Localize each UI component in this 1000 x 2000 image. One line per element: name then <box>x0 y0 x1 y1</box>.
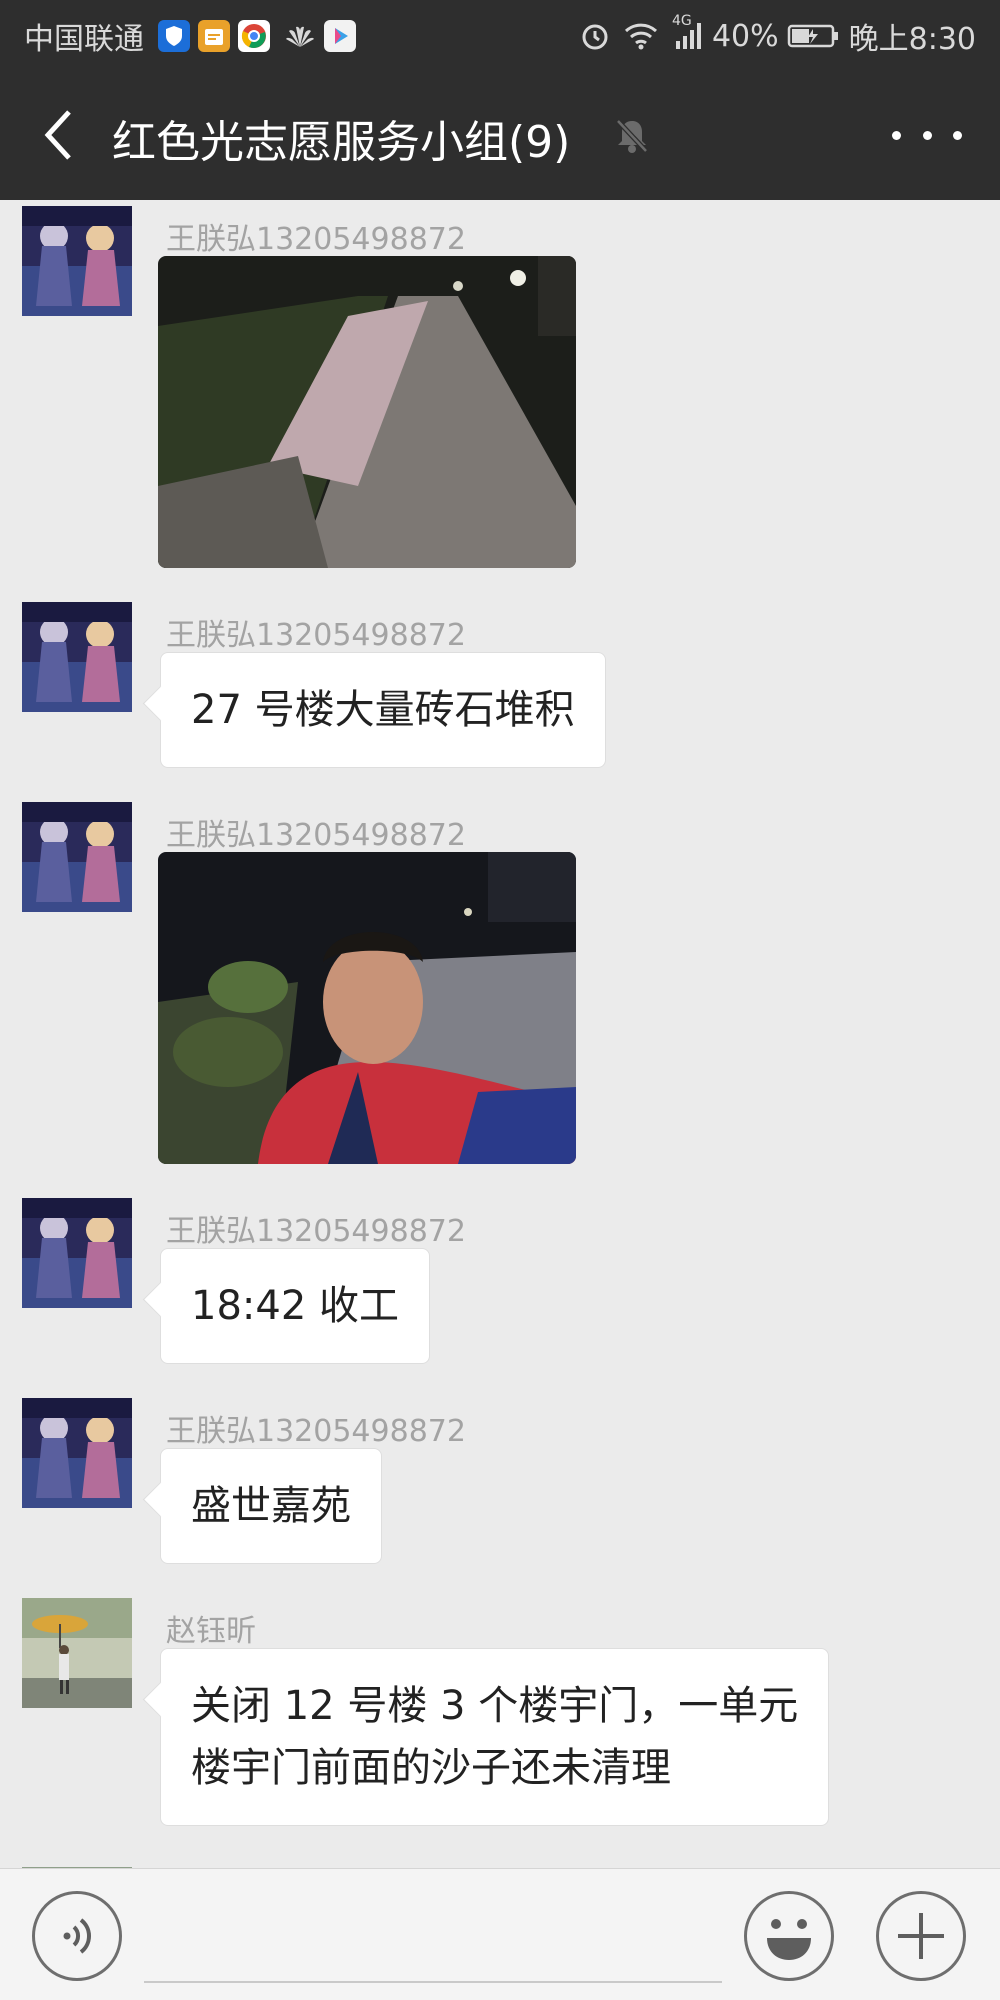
alarm-icon <box>580 21 610 51</box>
more-functions-button[interactable] <box>876 1891 966 1981</box>
avatar[interactable] <box>22 1860 132 1868</box>
voice-icon <box>63 1918 91 1954</box>
image-message[interactable] <box>158 852 576 1164</box>
avatar[interactable] <box>22 1198 132 1308</box>
text-bubble[interactable]: 盛世嘉苑 <box>160 1448 382 1564</box>
avatar[interactable] <box>22 602 132 712</box>
video-app-icon <box>324 20 356 52</box>
text-bubble[interactable]: 27 号楼大量砖石堆积 <box>160 652 606 768</box>
sender-name: 王朕弘13205498872 <box>166 1214 466 1249</box>
chat-message-list[interactable]: 王朕弘13205498872 王朕弘13205498872 27 号楼大量砖石堆… <box>0 200 1000 1868</box>
battery-percent: 40% <box>711 18 779 54</box>
text-bubble[interactable]: 关闭 12 号楼 3 个楼宇门，一单元 楼宇门前面的沙子还未清理 <box>160 1648 830 1826</box>
carrier-label: 中国联通 <box>24 22 144 57</box>
network-type-label: 4G <box>671 13 692 29</box>
voice-button[interactable] <box>32 1891 122 1981</box>
avatar[interactable] <box>22 802 132 912</box>
calendar-app-icon <box>198 20 230 52</box>
more-dots-icon <box>892 130 901 140</box>
signal-icon: 4G <box>672 13 706 51</box>
sender-name: 王朕弘13205498872 <box>166 818 466 853</box>
avatar[interactable] <box>22 1398 132 1508</box>
chat-header: 红色光志愿服务小组(9) <box>0 70 1000 200</box>
clock-time: 晚上8:30 <box>848 22 976 57</box>
emoji-icon <box>767 1919 811 1960</box>
text-line: 楼宇门前面的沙子还未清理 <box>191 1745 671 1791</box>
sender-name: 王朕弘13205498872 <box>166 222 466 257</box>
more-options-button[interactable] <box>892 110 962 160</box>
sender-name: 赵钰昕 <box>166 1614 256 1649</box>
status-bar: 中国联通 4G 40% 晚上8:30 <box>0 0 1000 70</box>
chat-title: 红色光志愿服务小组(9) <box>112 117 571 168</box>
battery-icon <box>787 23 839 49</box>
message-text-field[interactable] <box>144 1889 722 1983</box>
emoji-button[interactable] <box>744 1891 834 1981</box>
plus-icon <box>898 1913 944 1959</box>
image-message[interactable] <box>158 256 576 568</box>
sender-name: 王朕弘13205498872 <box>166 618 466 653</box>
chrome-app-icon <box>238 20 270 52</box>
huawei-logo-icon <box>284 23 316 49</box>
avatar[interactable] <box>22 1598 132 1708</box>
avatar[interactable] <box>22 206 132 316</box>
mute-bell-icon <box>616 119 648 153</box>
shield-app-icon <box>158 20 190 52</box>
text-line: 关闭 12 号楼 3 个楼宇门，一单元 <box>191 1683 799 1729</box>
wifi-icon <box>624 22 658 50</box>
back-button[interactable] <box>28 105 88 165</box>
message-input-bar <box>0 1868 1000 2000</box>
back-arrow-icon <box>44 110 71 160</box>
text-bubble[interactable]: 18:42 收工 <box>160 1248 430 1364</box>
sender-name: 王朕弘13205498872 <box>166 1414 466 1449</box>
